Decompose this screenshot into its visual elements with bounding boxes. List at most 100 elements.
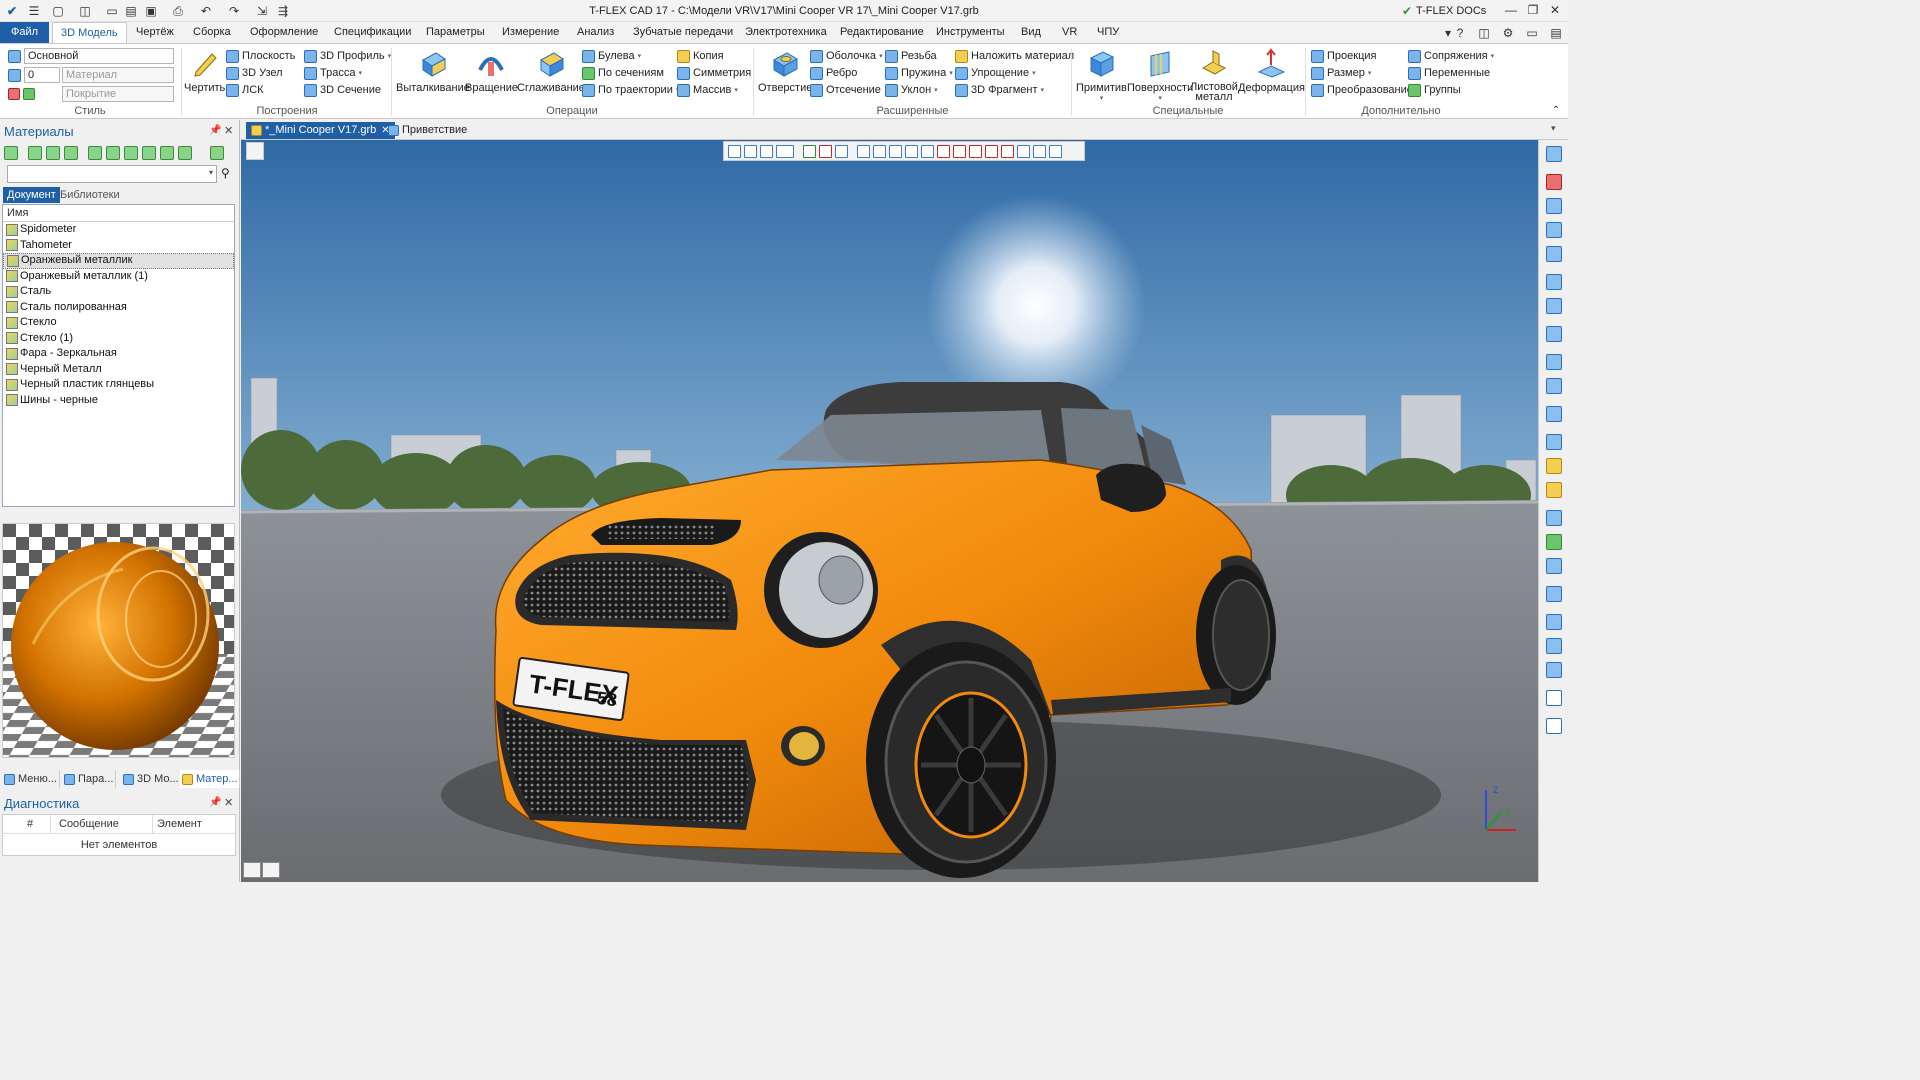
plane-view-icon[interactable] — [1546, 406, 1562, 422]
sketch-button[interactable]: Чертить — [184, 48, 225, 94]
cut-button[interactable]: Отсечение — [810, 82, 881, 98]
groups-button[interactable]: Группы — [1408, 82, 1461, 98]
glasses3-icon[interactable] — [1546, 326, 1562, 342]
simplify-button[interactable]: Упрощение ▾ — [955, 65, 1036, 81]
3d-section-button[interactable]: 3D Сечение — [304, 82, 381, 98]
tab-document[interactable]: Документ — [3, 187, 60, 203]
tab-editing[interactable]: Редактирование — [832, 22, 932, 43]
tab-welcome[interactable]: Приветствие — [383, 122, 472, 139]
grid-icon[interactable] — [857, 144, 870, 158]
glasses2-icon[interactable] — [1546, 298, 1562, 314]
list-item[interactable]: Черный пластик глянцевы — [3, 377, 234, 393]
check-cube2-icon[interactable] — [1546, 378, 1562, 394]
panel-icon[interactable]: ▭ — [1524, 25, 1540, 41]
column-element-header[interactable]: Элемент — [153, 815, 237, 833]
tab-tools[interactable]: Инструменты — [928, 22, 1013, 43]
tab-assembly[interactable]: Сборка — [185, 22, 239, 43]
search-icon[interactable]: ⚲ — [221, 166, 230, 180]
tab-cnc[interactable]: ЧПУ — [1089, 22, 1127, 43]
tab-view[interactable]: Вид — [1013, 22, 1049, 43]
thread-button[interactable]: Резьба — [885, 48, 937, 64]
layout-icon[interactable]: ▤ — [1548, 25, 1564, 41]
minimize-icon[interactable]: — — [1500, 3, 1522, 19]
tab-materials[interactable]: Матер... — [180, 770, 241, 788]
check-icon[interactable] — [803, 144, 816, 158]
spring-button[interactable]: Пружина ▾ — [885, 65, 953, 81]
replace-icon[interactable] — [124, 146, 138, 160]
column-number-header[interactable]: # — [23, 815, 51, 833]
tab-document-active[interactable]: *_Mini Cooper V17.grb ✕ — [246, 122, 395, 139]
revolve-button[interactable]: Вращение — [465, 48, 518, 94]
array-button[interactable]: Массив ▾ — [677, 82, 738, 98]
tab-params[interactable]: Пара... — [62, 770, 117, 788]
refresh-icon[interactable] — [88, 146, 102, 160]
layout-icon[interactable] — [1546, 146, 1562, 162]
filter-icon[interactable] — [728, 144, 741, 158]
close-icon[interactable]: ✕ — [1544, 3, 1566, 19]
filter-icon[interactable] — [178, 146, 192, 160]
tab-electrical[interactable]: Электротехника — [737, 22, 835, 43]
list-item[interactable]: Spidometer — [3, 222, 234, 238]
path-button[interactable]: Трасса ▾ — [304, 65, 362, 81]
view-red5-icon[interactable] — [1001, 144, 1014, 158]
boolean-button[interactable]: Булева ▾ — [582, 48, 641, 64]
help-icon[interactable]: ? — [1452, 25, 1468, 41]
glasses-icon[interactable] — [1546, 274, 1562, 290]
tab-specifications[interactable]: Спецификации — [326, 22, 419, 43]
cut-plane-icon[interactable] — [921, 144, 934, 158]
3d-fragment-button[interactable]: 3D Фрагмент ▾ — [955, 82, 1044, 98]
export-view-icon[interactable] — [1546, 662, 1562, 678]
column-message-header[interactable]: Сообщение — [55, 815, 153, 833]
tab-list-icon[interactable]: ▾ — [1551, 123, 1556, 134]
3d-profile-button[interactable]: 3D Профиль ▾ — [304, 48, 391, 64]
list-item[interactable]: Фара - Зеркальная — [3, 346, 234, 362]
list-item[interactable]: Tahometer — [3, 238, 234, 254]
apply-material-button[interactable]: Наложить материал — [955, 48, 1074, 64]
gear-icon[interactable]: ⚙ — [1500, 25, 1516, 41]
projection-button[interactable]: Проекция — [1311, 48, 1376, 64]
tab-3d-model-tree[interactable]: 3D Мо... — [121, 770, 182, 788]
new-folder-icon[interactable] — [28, 146, 42, 160]
column-name-header[interactable]: Имя — [3, 205, 234, 222]
variables-button[interactable]: Переменные — [1408, 65, 1490, 81]
by-path-button[interactable]: По траектории▾ — [582, 82, 679, 98]
smooth-button[interactable]: Сглаживание — [517, 48, 585, 94]
view-red-icon[interactable] — [937, 144, 950, 158]
primitive-button[interactable]: Примитив ▾ — [1076, 48, 1127, 102]
cross-icon[interactable] — [819, 144, 832, 158]
sheet-metal-button[interactable]: Листовой металл — [1190, 48, 1238, 103]
list-item[interactable]: Стекло (1) — [3, 331, 234, 347]
tab-measure[interactable]: Измерение — [494, 22, 567, 43]
zoom-icon[interactable] — [1546, 198, 1562, 214]
zoom-window-icon[interactable] — [1546, 222, 1562, 238]
copy-material-icon[interactable] — [64, 146, 78, 160]
close-icon[interactable]: ✕ — [224, 796, 233, 809]
select-all-icon[interactable] — [760, 144, 773, 158]
view-red2-icon[interactable] — [953, 144, 966, 158]
sync-icon[interactable] — [160, 146, 174, 160]
mates-button[interactable]: Сопряжения ▾ — [1408, 48, 1494, 64]
3d-node-button[interactable]: 3D Узел — [226, 65, 283, 81]
box-icon[interactable] — [1546, 482, 1562, 498]
transform-button[interactable]: Преобразование — [1311, 82, 1413, 98]
tab-libraries[interactable]: Библиотеки — [56, 187, 124, 203]
list-item-selected[interactable]: Оранжевый металлик — [3, 253, 234, 269]
surfaces-button[interactable]: Поверхности ▾ — [1127, 48, 1193, 102]
search-input[interactable]: ▾ — [7, 165, 217, 183]
restore-icon[interactable]: ❐ — [1522, 3, 1544, 19]
hole-button[interactable]: Отверстие — [758, 48, 812, 94]
material-select[interactable]: Материал — [62, 67, 174, 83]
tab-3d-model[interactable]: 3D Модель — [52, 22, 127, 43]
rotate-icon[interactable] — [1546, 638, 1562, 654]
tab-vr[interactable]: VR — [1054, 22, 1085, 43]
color-icon[interactable] — [8, 86, 38, 102]
list-item[interactable]: Стекло — [3, 315, 234, 331]
list-item[interactable]: Оранжевый металлик (1) — [3, 269, 234, 285]
filter-reset-icon[interactable] — [835, 144, 848, 158]
axis-icon[interactable] — [873, 144, 886, 158]
cube-outline-icon[interactable] — [1546, 434, 1562, 450]
green-cube-icon[interactable] — [1546, 534, 1562, 550]
zoom-fit-icon[interactable] — [1546, 246, 1562, 262]
flags-icon[interactable] — [1049, 144, 1062, 158]
magnet-icon[interactable] — [1546, 174, 1562, 190]
